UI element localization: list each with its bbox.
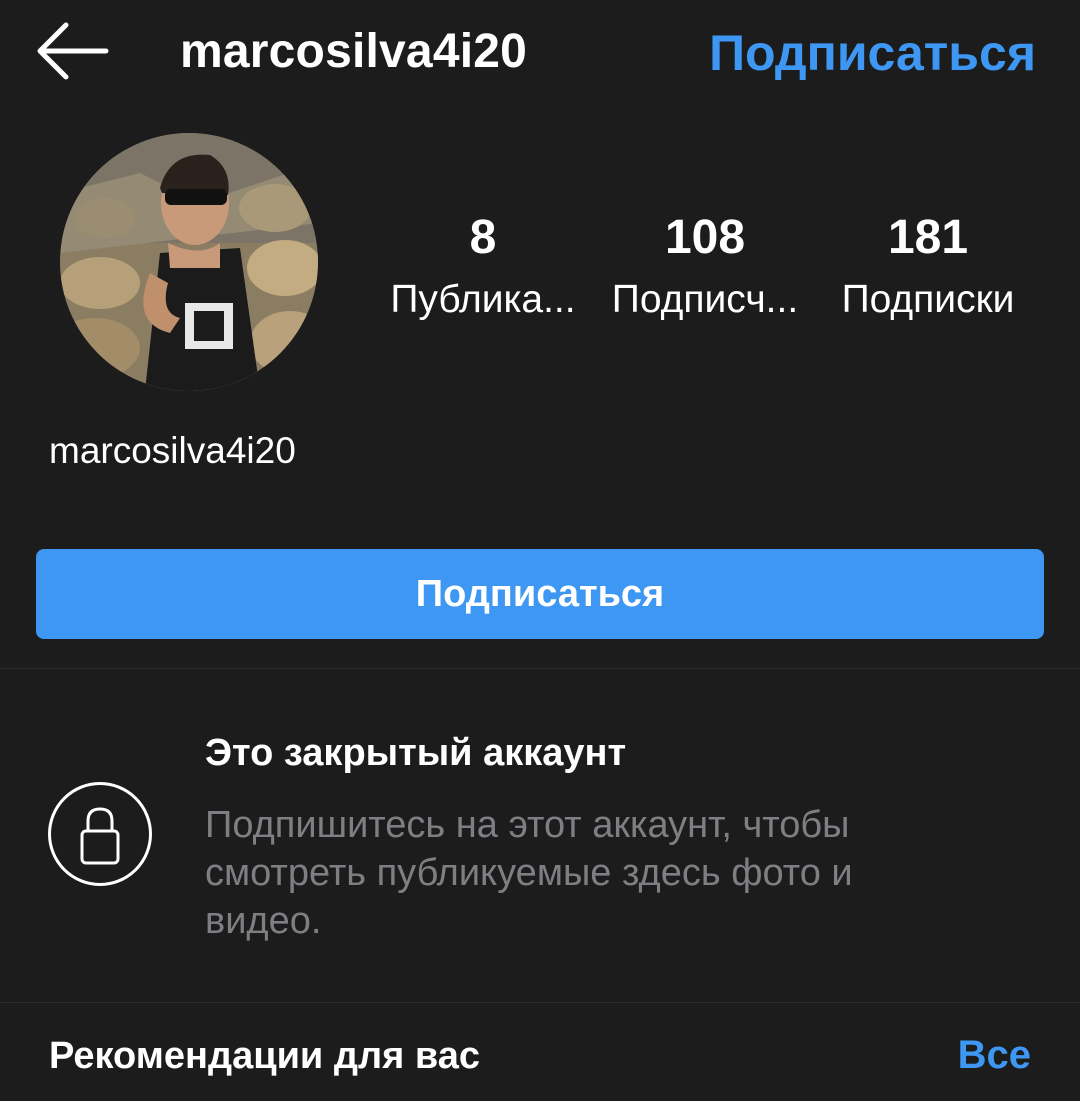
divider <box>0 668 1080 669</box>
following-count: 181 <box>887 211 969 264</box>
back-button[interactable] <box>30 18 112 84</box>
posts-label: Публика... <box>390 278 576 321</box>
posts-count: 8 <box>469 211 497 264</box>
divider <box>0 1002 1080 1003</box>
see-all-link[interactable]: Все <box>958 1033 1031 1078</box>
stat-posts[interactable]: 8 Публика... <box>363 208 603 330</box>
following-label: Подписки <box>841 278 1015 321</box>
lock-badge <box>48 782 152 886</box>
followers-count: 108 <box>664 211 746 264</box>
display-name: marcosilva4i20 <box>49 430 296 471</box>
header-follow-button[interactable]: Подписаться <box>709 24 1036 82</box>
profile-screen: marcosilva4i20 Подписаться 8 Публика... … <box>0 0 1080 1101</box>
follow-button[interactable]: Подписаться <box>36 549 1044 639</box>
private-account-title: Это закрытый аккаунт <box>205 732 627 774</box>
top-bar: marcosilva4i20 Подписаться <box>0 0 1080 110</box>
arrow-left-icon <box>37 22 109 80</box>
avatar[interactable] <box>60 133 318 391</box>
stat-followers[interactable]: 108 Подписч... <box>585 208 825 330</box>
profile-photo <box>60 133 318 391</box>
recommendations-title: Рекомендации для вас <box>49 1035 480 1077</box>
private-account-description: Подпишитесь на этот аккаунт, чтобы смотр… <box>205 804 853 942</box>
lock-icon <box>80 807 120 865</box>
stat-following[interactable]: 181 Подписки <box>808 208 1048 330</box>
followers-label: Подписч... <box>611 278 799 321</box>
header-username: marcosilva4i20 <box>180 25 528 78</box>
